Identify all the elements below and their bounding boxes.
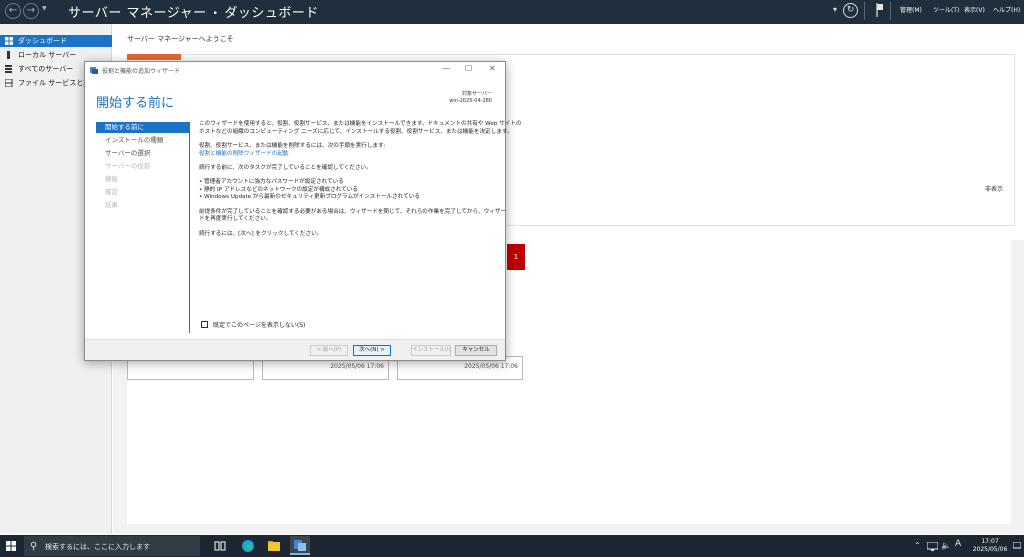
wizard-step-server-roles: サーバーの役割 bbox=[105, 162, 151, 170]
refresh-icon[interactable]: ↻ bbox=[843, 3, 858, 18]
wizard-titlebar[interactable]: 役割と機能の追加ウィザード — ☐ ✕ bbox=[85, 62, 505, 78]
remove-instructions: 役割、役割サービス、または機能を削除するには、次の手順を実行します: bbox=[199, 143, 386, 150]
file-explorer-icon[interactable] bbox=[266, 538, 282, 554]
search-icon: ⚲ bbox=[30, 541, 38, 552]
next-button[interactable]: 次へ(N) > bbox=[353, 345, 391, 356]
skip-page-checkbox[interactable] bbox=[201, 321, 208, 328]
wizard-step-server-selection[interactable]: サーバーの選択 bbox=[96, 148, 189, 159]
previous-button[interactable]: < 前へ(P) bbox=[310, 345, 348, 356]
close-icon[interactable]: ✕ bbox=[489, 64, 496, 73]
skip-page-option[interactable]: 既定でこのページを表示しない(S) bbox=[201, 320, 305, 329]
windows-start-icon[interactable] bbox=[6, 541, 16, 551]
verify-text: 続行する前に、次のタスクが完了していることを確認してください。 bbox=[199, 165, 372, 172]
minimize-icon[interactable]: — bbox=[442, 64, 450, 73]
server-manager-header: ← → ▼ サーバー マネージャー • ダッシュボード ▾ ↻ 管理(M) ツール(… bbox=[0, 0, 1024, 24]
prereq-note: ドを再度実行してください。 bbox=[199, 216, 272, 223]
breadcrumb: サーバー マネージャー • ダッシュボード bbox=[68, 2, 319, 21]
destination-server: 対象サーバー win-2025-04-280 bbox=[449, 91, 492, 105]
install-button[interactable]: インストール(I) bbox=[411, 345, 451, 356]
sidebar-item-label: すべてのサーバー bbox=[18, 65, 74, 73]
sidebar-item-label: ローカル サーバー bbox=[18, 51, 77, 59]
welcome-title: サーバー マネージャーへようこそ bbox=[127, 35, 234, 43]
show-hidden-icons-icon[interactable]: ⌃ bbox=[914, 541, 921, 550]
clock-time: 17:07 bbox=[981, 538, 999, 545]
destination-server-name: win-2025-04-280 bbox=[449, 98, 492, 104]
server-manager-icon bbox=[294, 540, 306, 551]
volume-icon[interactable]: 🔈 bbox=[941, 541, 951, 550]
destination-label: 対象サーバー bbox=[462, 91, 492, 97]
menu-view[interactable]: 表示(V) bbox=[964, 5, 985, 14]
back-button[interactable]: ← bbox=[5, 3, 21, 19]
wizard-divider bbox=[189, 122, 190, 333]
wizard-heading: 開始する前に bbox=[96, 96, 175, 111]
prerequisite-item: • Windows Update から最新のセキュリティ更新プログラムがインスト… bbox=[199, 194, 420, 201]
divider bbox=[864, 2, 865, 20]
breadcrumb-separator: • bbox=[212, 9, 219, 19]
wizard-footer: < 前へ(P) 次へ(N) > インストール(I) キャンセル bbox=[85, 339, 505, 360]
ime-mode-indicator[interactable]: A bbox=[955, 539, 961, 549]
edge-browser-icon[interactable] bbox=[240, 538, 256, 554]
skip-page-label: 既定でこのページを表示しない(S) bbox=[213, 322, 306, 329]
continue-text: 続行するには、[次へ] をクリックしてください。 bbox=[199, 230, 323, 237]
cancel-button[interactable]: キャンセル bbox=[455, 345, 497, 356]
remove-roles-wizard-link[interactable]: 役割と機能の削除ウィザードの起動 bbox=[199, 151, 499, 159]
hide-link[interactable]: 非表示 bbox=[985, 184, 1003, 193]
divider bbox=[890, 2, 891, 20]
taskbar-search-box[interactable]: ⚲ 検索するには、ここに入力します bbox=[24, 536, 200, 556]
app-name: サーバー マネージャー bbox=[68, 6, 207, 21]
intro-text: ホストなどの組織のコンピューティング ニーズに応じて、インストールする役割、役割… bbox=[199, 128, 513, 135]
server-icon bbox=[7, 51, 10, 59]
taskbar-clock[interactable]: 17:07 2025/05/06 bbox=[970, 538, 1010, 554]
sidebar-item-local-server[interactable]: ローカル サーバー bbox=[0, 49, 112, 61]
wizard-step-before-you-begin[interactable]: 開始する前に bbox=[96, 122, 189, 133]
wizard-content: このウィザードを使用すると、役割、役割サービス、または機能をインストールできます… bbox=[199, 121, 522, 239]
intro-text: このウィザードを使用すると、役割、役割サービス、または機能をインストールできます… bbox=[199, 121, 522, 127]
search-placeholder: 検索するには、ここに入力します bbox=[45, 543, 150, 551]
menu-manage[interactable]: 管理(M) bbox=[900, 5, 922, 14]
wizard-step-results: 結果 bbox=[105, 201, 118, 209]
servers-icon bbox=[5, 65, 12, 73]
wizard-step-installation-type[interactable]: インストールの種類 bbox=[96, 135, 189, 146]
refresh-dropdown-icon[interactable]: ▾ bbox=[833, 5, 837, 14]
wizard-window-title: 役割と機能の追加ウィザード bbox=[102, 68, 181, 75]
menu-tools[interactable]: ツール(T) bbox=[933, 5, 959, 14]
dashboard-icon bbox=[5, 37, 13, 45]
taskbar: ⚲ 検索するには、ここに入力します ⌃ 🔈 A 17:07 2025/05/06 bbox=[0, 535, 1024, 557]
wizard-step-features: 機能 bbox=[105, 175, 118, 183]
wizard-step-confirmation: 確認 bbox=[105, 188, 118, 196]
tile-timestamp: 2025/05/06 17:06 bbox=[330, 363, 384, 370]
clock-date: 2025/05/06 bbox=[972, 546, 1008, 553]
history-dropdown-icon[interactable]: ▼ bbox=[42, 5, 47, 12]
notifications-flag-icon[interactable] bbox=[876, 3, 884, 17]
alert-count-badge[interactable]: 1 bbox=[507, 244, 525, 270]
file-services-icon bbox=[5, 79, 13, 87]
tile-timestamp: 2025/05/06 17:06 bbox=[464, 363, 518, 370]
task-view-icon[interactable] bbox=[212, 538, 228, 554]
forward-button[interactable]: → bbox=[23, 3, 39, 19]
server-manager-app-icon bbox=[90, 67, 98, 74]
notifications-icon[interactable] bbox=[1013, 542, 1021, 550]
page-title: ダッシュボード bbox=[224, 6, 319, 21]
add-roles-wizard-dialog: 役割と機能の追加ウィザード — ☐ ✕ 開始する前に 対象サーバー win-20… bbox=[84, 61, 522, 361]
sidebar-item-label: ダッシュボード bbox=[18, 37, 67, 45]
network-icon[interactable] bbox=[927, 542, 938, 551]
prerequisite-item: • 管理者アカウントに強力なパスワードが設定されている bbox=[199, 178, 344, 185]
server-manager-taskbar-button[interactable] bbox=[290, 536, 310, 555]
maximize-icon[interactable]: ☐ bbox=[465, 64, 472, 73]
menu-help[interactable]: ヘルプ(H) bbox=[993, 5, 1020, 14]
sidebar-item-dashboard[interactable]: ダッシュボード bbox=[0, 35, 112, 47]
quick-start-tab[interactable] bbox=[127, 54, 181, 60]
